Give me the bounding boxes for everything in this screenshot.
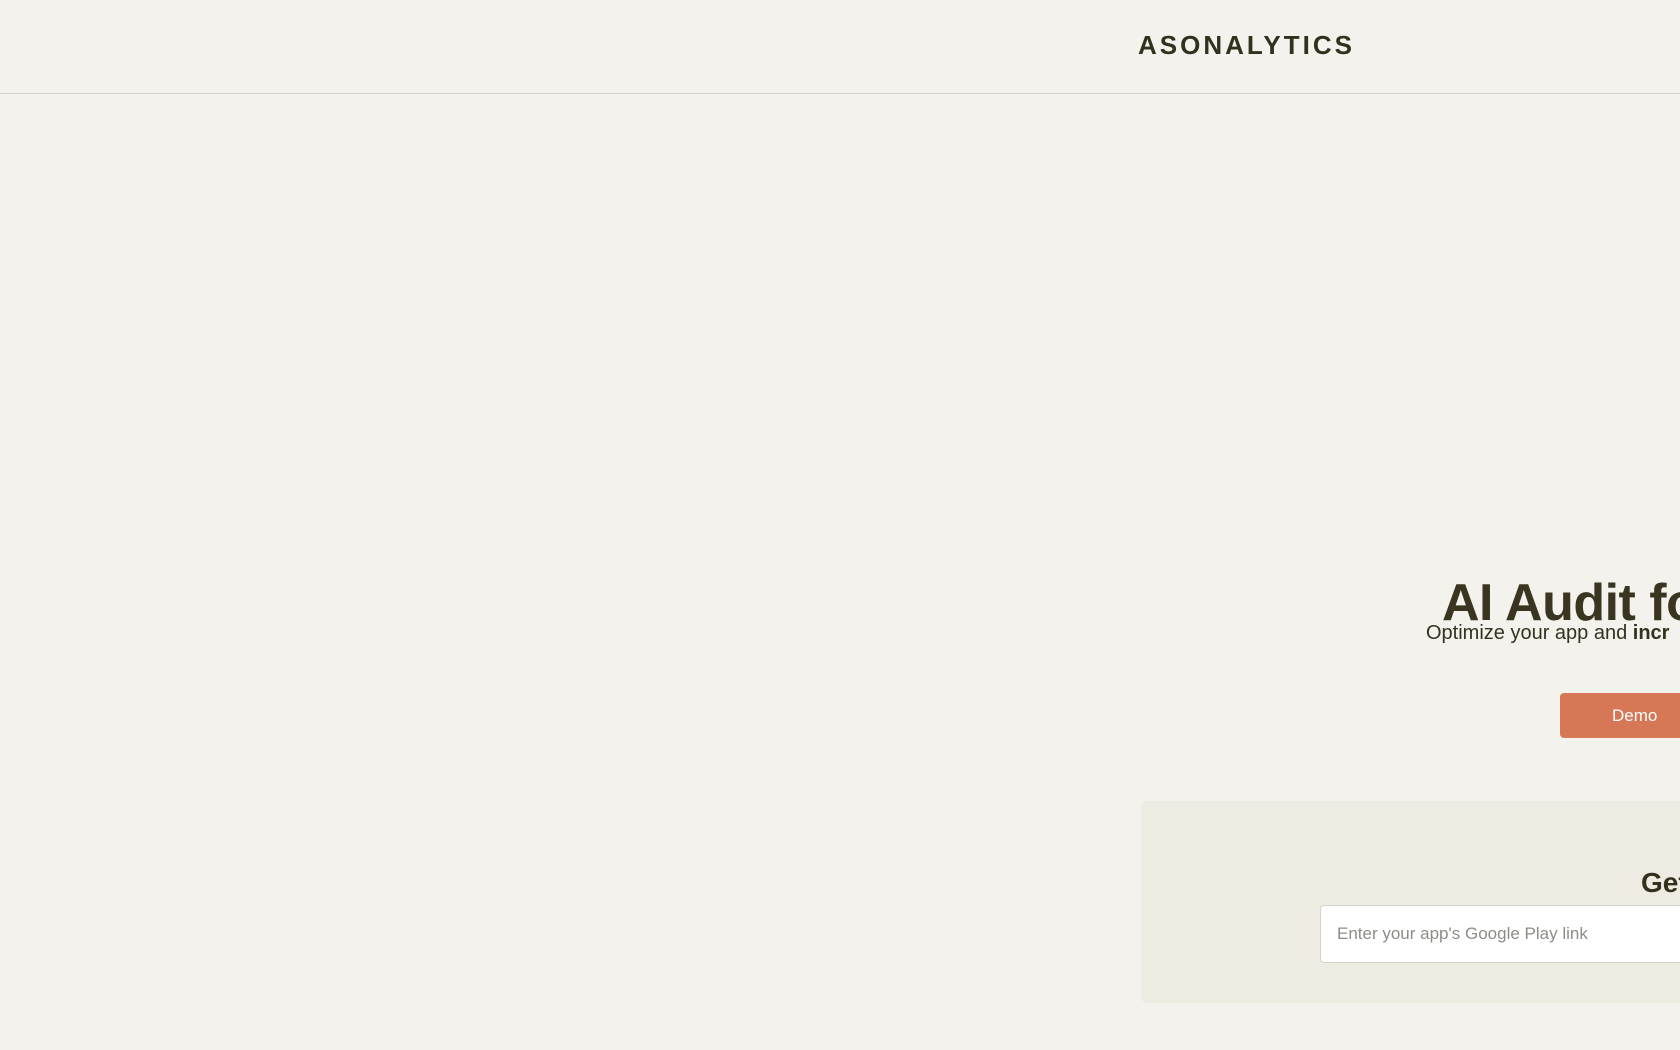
audit-panel: Get	[1141, 801, 1680, 1003]
demo-button[interactable]: Demo	[1560, 693, 1680, 738]
hero-subtitle-text: Optimize your app and	[1426, 622, 1633, 644]
audit-panel-title: Get	[1641, 867, 1680, 899]
landing-page: ASONALYTICS AI Audit fo Optimize your ap…	[0, 0, 1680, 1050]
site-header: ASONALYTICS	[0, 0, 1680, 94]
hero-subtitle-emphasis: incr	[1632, 622, 1670, 644]
brand-logo[interactable]: ASONALYTICS	[1138, 30, 1355, 61]
hero-subtitle: Optimize your app and incr	[1426, 622, 1669, 645]
google-play-link-input[interactable]	[1320, 905, 1680, 963]
